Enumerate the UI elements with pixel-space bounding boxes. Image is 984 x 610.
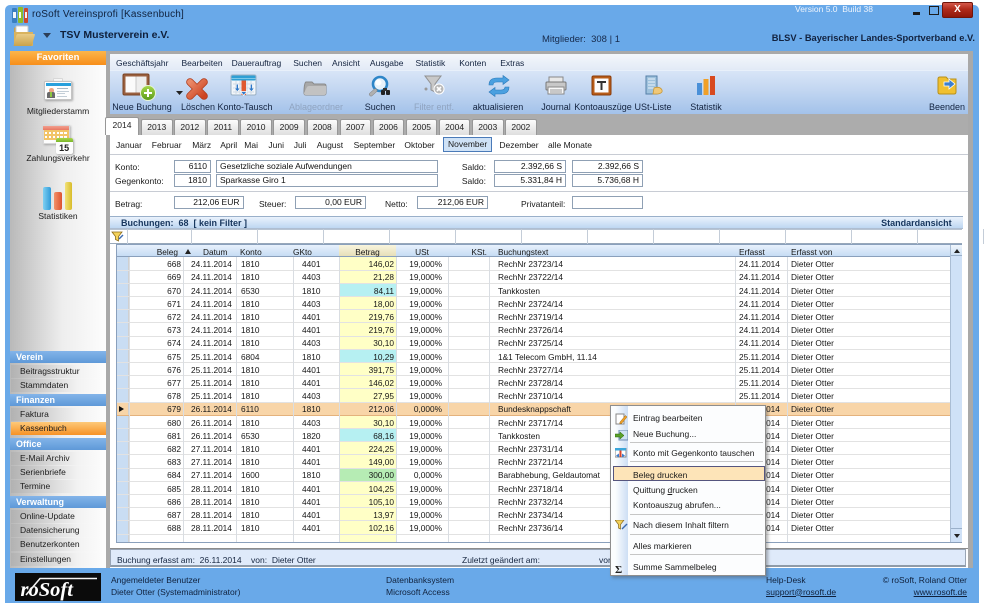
svg-text:roSoft: roSoft (21, 579, 75, 601)
svg-text:Σ: Σ (615, 564, 622, 574)
